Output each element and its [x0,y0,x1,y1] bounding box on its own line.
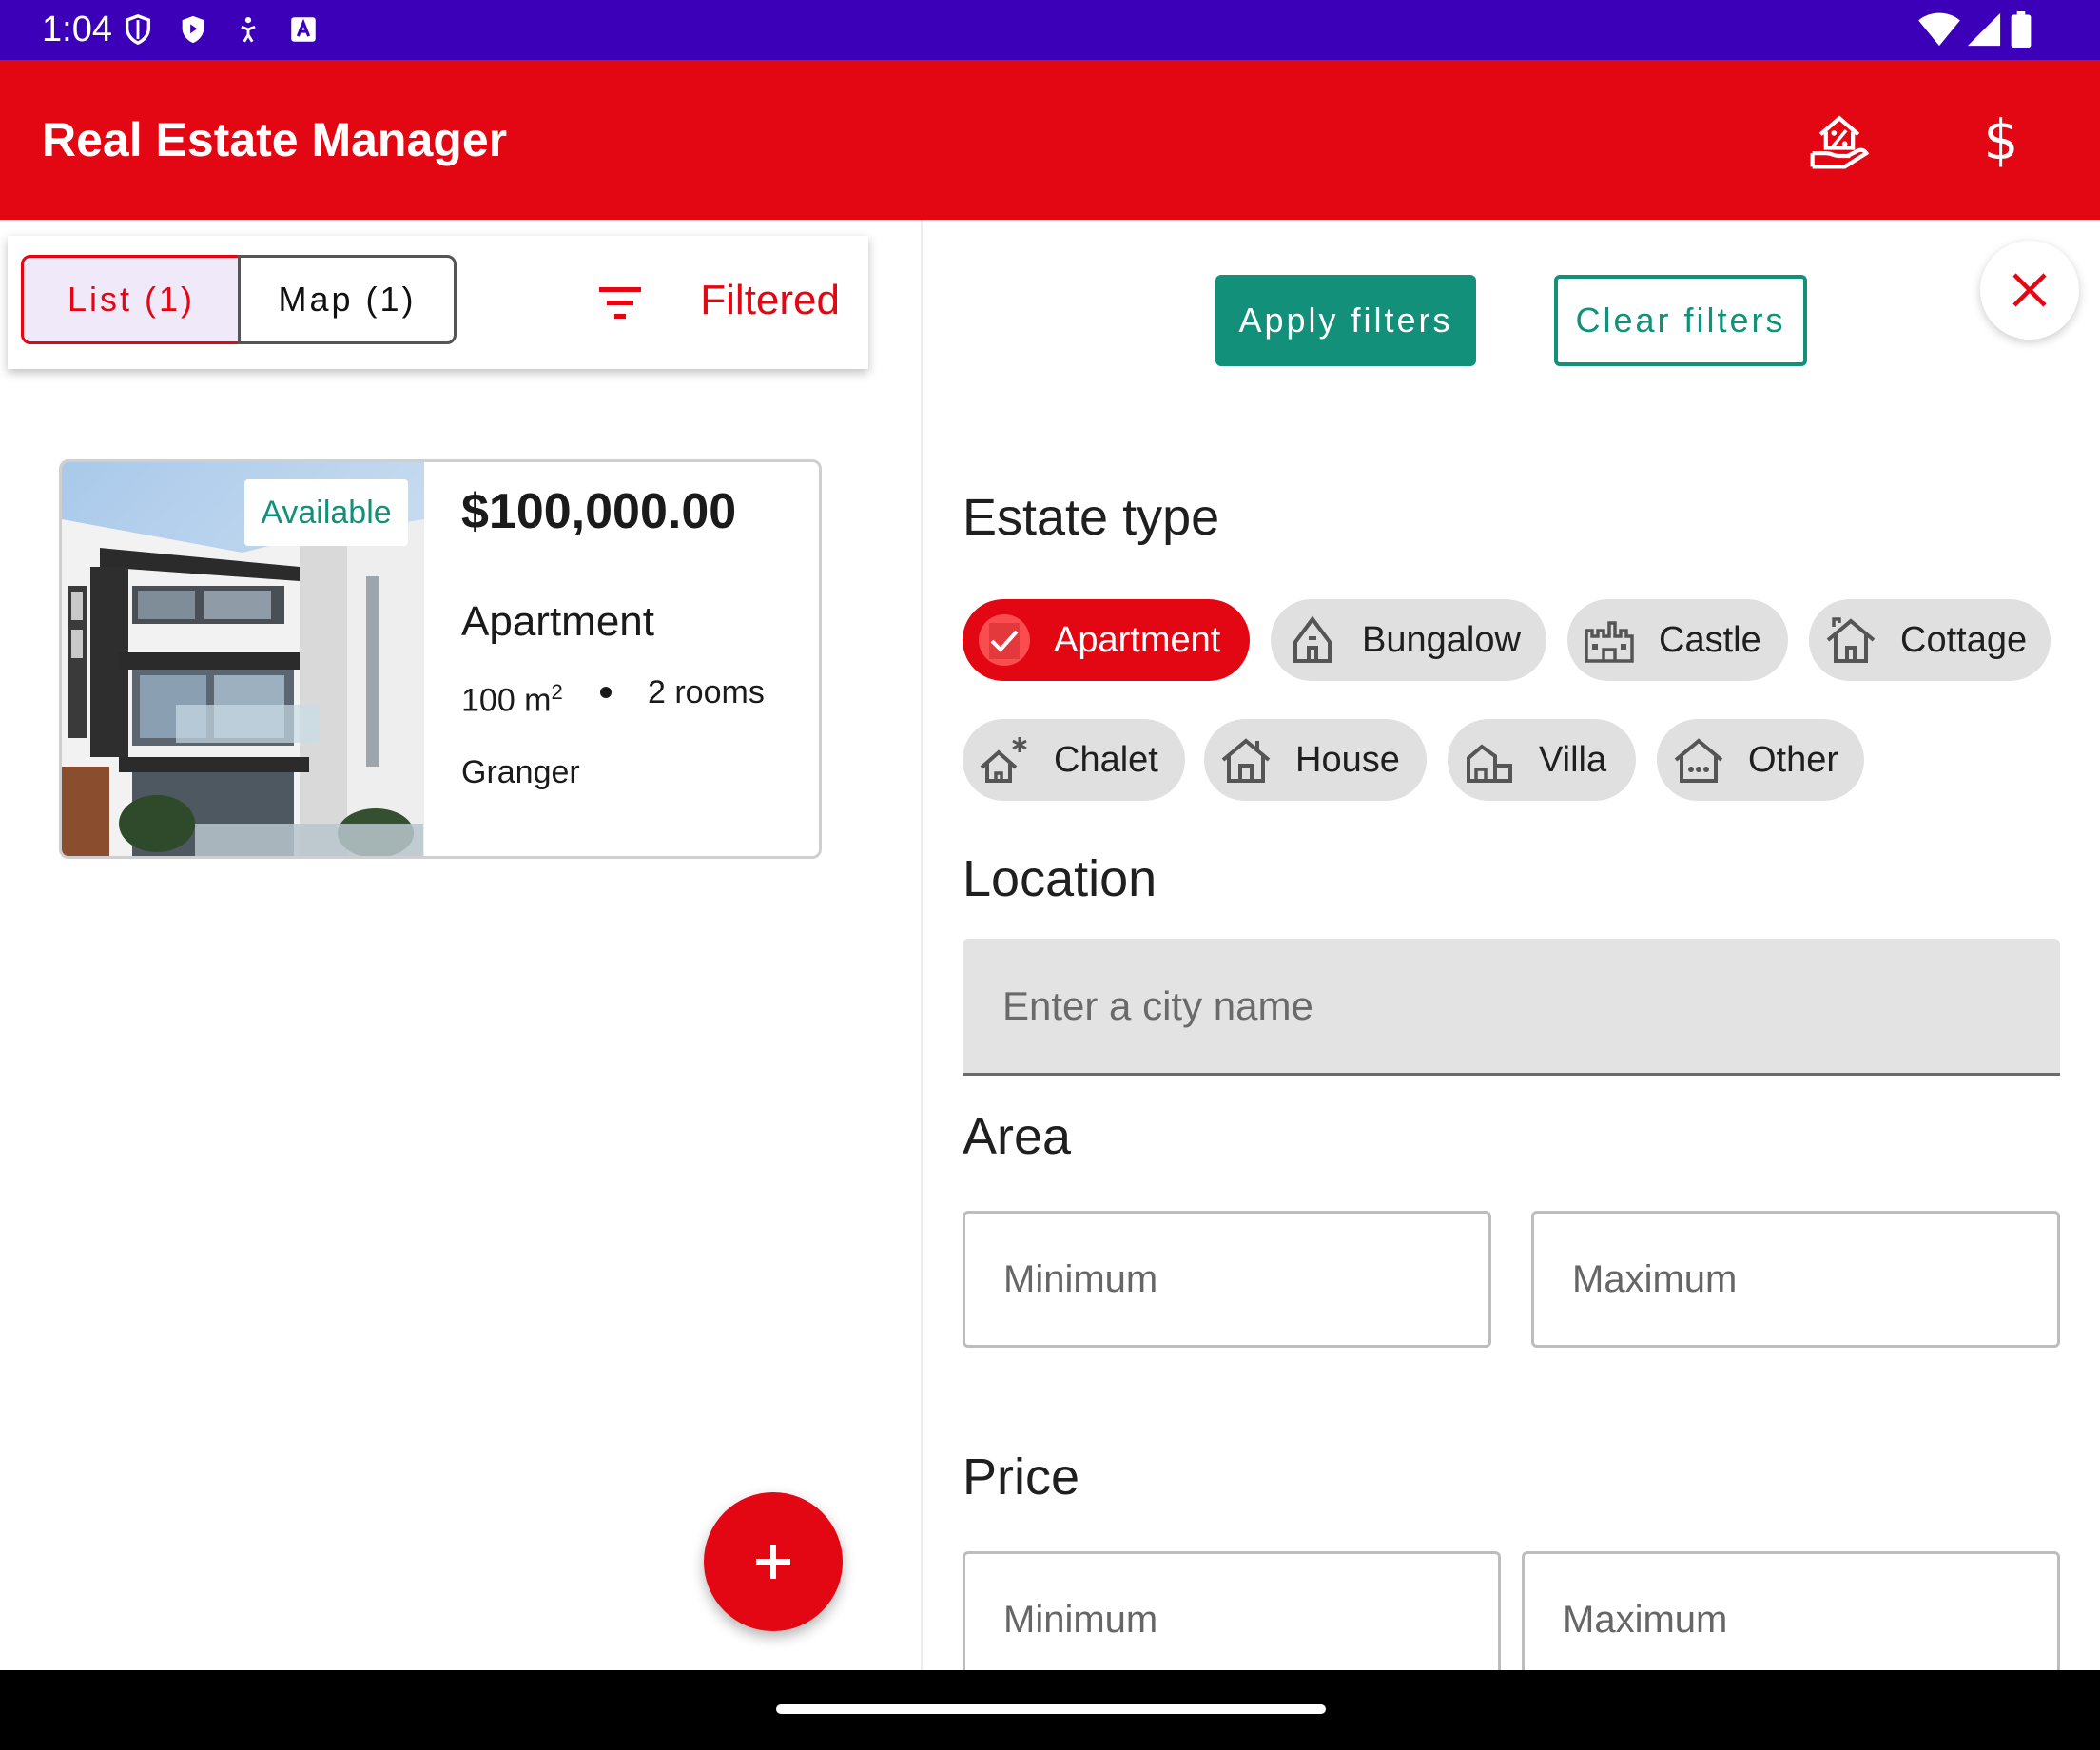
close-icon [2012,273,2047,307]
chip-bungalow[interactable]: Bungalow [1271,599,1546,681]
area-value: 100 m [461,682,552,719]
play-protect-icon [182,15,204,44]
chip-other[interactable]: Other [1657,719,1864,801]
chip-castle[interactable]: Castle [1567,599,1788,681]
wifi-icon [1918,12,1960,47]
listing-pane: List (1) Map (1) Filtered Available $100… [0,220,921,1670]
filter-status[interactable]: Filtered [700,274,840,327]
price-min-input[interactable] [962,1551,1501,1688]
accessibility-icon [241,16,256,43]
property-area: 100 m2 [461,671,563,721]
system-navigation-bar [0,1670,2100,1750]
chip-apartment[interactable]: Apartment [962,599,1250,681]
area-min-input[interactable] [962,1211,1491,1348]
estate-type-title: Estate type [962,489,1220,546]
add-property-button[interactable] [704,1492,843,1631]
add-icon [756,1545,790,1579]
chip-label: Cottage [1900,619,2028,660]
castle-icon [1585,621,1634,663]
list-toolbar: List (1) Map (1) Filtered [8,236,868,369]
chip-label: Other [1748,739,1839,780]
property-rooms: 2 rooms [648,674,765,710]
location-title: Location [962,850,1157,907]
property-price: $100,000.00 [461,484,737,539]
chip-label: Villa [1539,739,1607,780]
price-max-input[interactable] [1522,1551,2060,1688]
property-card[interactable]: Available $100,000.00 Apartment 100 m2 2… [59,459,822,859]
filter-list-icon[interactable] [588,274,652,331]
battery-icon [2011,11,2032,48]
shield-icon [125,14,151,46]
loan-simulator-icon[interactable] [1807,107,1872,172]
chip-villa[interactable]: Villa [1448,719,1636,801]
other-home-icon [1674,738,1723,783]
status-bar: 1:04 [0,0,2100,60]
area-max-input[interactable] [1531,1211,2060,1348]
villa-icon [1467,744,1512,783]
chalet-icon [980,737,1027,783]
house-icon [1221,738,1271,783]
city-input[interactable] [962,939,2060,1076]
separator-dot [600,687,612,698]
tab-list[interactable]: List (1) [21,255,242,344]
currency-dollar-icon[interactable]: $ [1974,102,2028,178]
keyboard-a-icon [291,17,316,42]
app-bar: Real Estate Manager $ [0,60,2100,220]
app-title: Real Estate Manager [42,113,508,166]
area-unit-superscript: 2 [551,680,563,704]
property-type: Apartment [461,598,654,645]
chip-label: Castle [1659,619,1761,660]
signal-icon [1967,12,2001,47]
chip-house[interactable]: House [1204,719,1427,801]
property-city: Granger [461,754,580,790]
bungalow-icon [1293,615,1332,663]
filters-pane: Apply filters Clear filters Estate type … [923,220,2100,1688]
apply-filters-button[interactable]: Apply filters [1215,275,1476,366]
close-filters-button[interactable] [1980,241,2079,340]
chip-label: House [1295,739,1400,780]
tab-map[interactable]: Map (1) [238,255,457,344]
status-badge: Available [244,479,408,546]
chip-label: Apartment [1054,619,1221,660]
home-gesture-handle[interactable] [776,1704,1326,1714]
check-icon [979,614,1030,666]
cottage-icon [1826,617,1876,663]
chip-label: Bungalow [1362,619,1521,660]
chip-cottage[interactable]: Cottage [1809,599,2051,681]
clear-filters-button[interactable]: Clear filters [1554,275,1807,366]
chip-label: Chalet [1054,739,1158,780]
area-title: Area [962,1108,1072,1165]
price-title: Price [962,1449,1080,1506]
chip-chalet[interactable]: Chalet [962,719,1185,801]
status-time: 1:04 [42,10,112,49]
